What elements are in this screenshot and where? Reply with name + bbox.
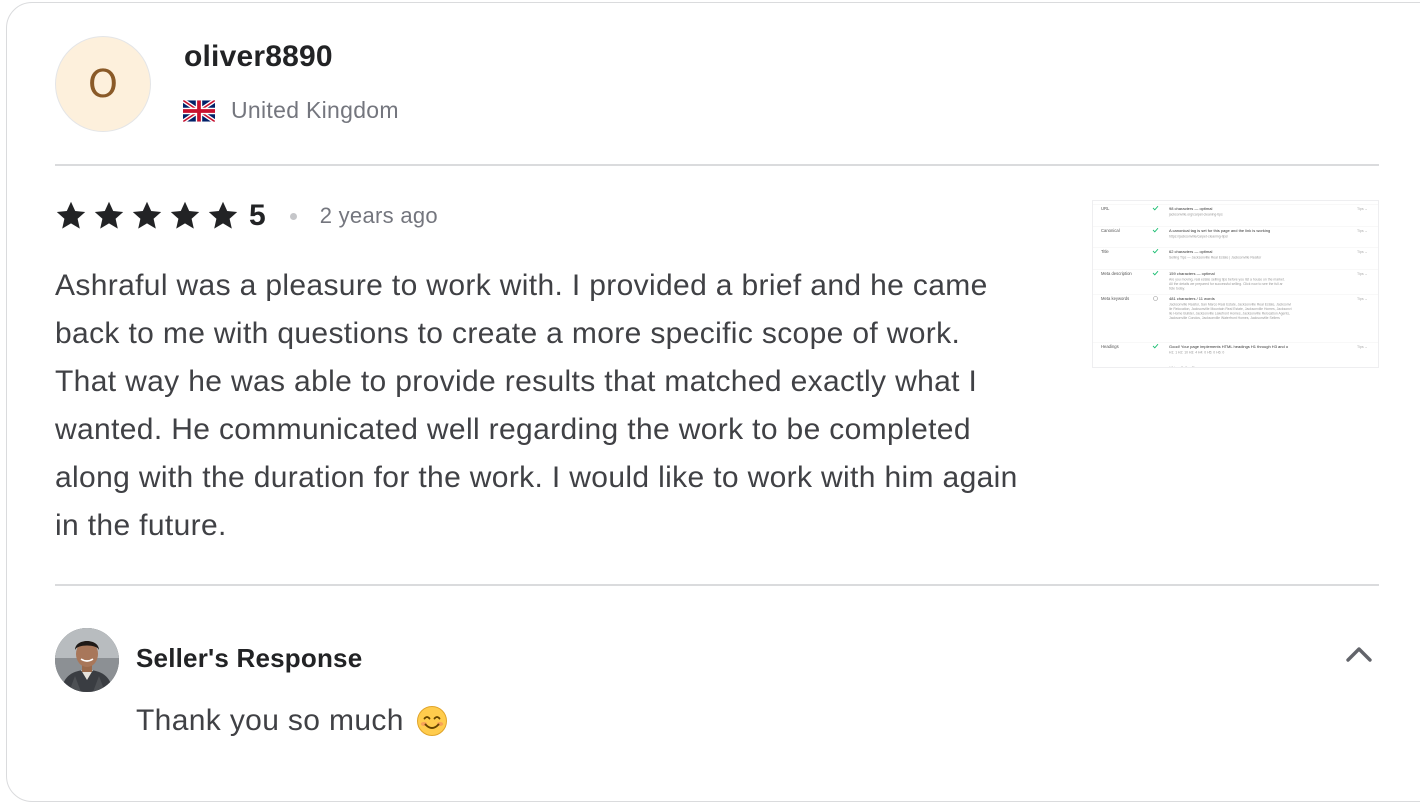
reviewer-country: United Kingdom [183, 97, 399, 124]
review-attachment-thumbnail[interactable]: URL 98 characters — optimal jacksonville.o… [1092, 200, 1379, 368]
reviewer-avatar[interactable]: O [55, 36, 151, 132]
check-icon [1152, 343, 1159, 349]
thumb-row-detail: https://jacksonville/carpet-cleaning-tip… [1169, 235, 1228, 239]
check-icon [1152, 270, 1159, 276]
thumb-row-headline: Good! Your page implements HTML headings… [1169, 344, 1289, 349]
separator-dot [289, 212, 297, 220]
thumb-row-label: Meta keywords [1101, 296, 1129, 301]
thumb-row-detail-cont: All the details we prepared for successf… [1169, 282, 1284, 286]
avatar-initial: O [88, 62, 118, 106]
uk-flag-icon [183, 99, 215, 122]
check-icon [1152, 227, 1159, 233]
thumb-row-tag: Tips ⌄ [1357, 207, 1368, 211]
star-icon [208, 201, 238, 229]
seller-response-text-row: Thank you so much [136, 704, 448, 738]
thumb-row-detail: jacksonville.org/carpet-cleaning-tips [1168, 213, 1223, 217]
thumb-row-headline: 159 characters — optimal [1169, 271, 1215, 276]
response-divider [55, 584, 1379, 586]
collapse-response-button[interactable] [1342, 638, 1376, 668]
thumb-row-headline: 62 characters — optimal [1169, 249, 1212, 254]
thumb-row-label: Headings [1101, 344, 1119, 349]
star-icon [170, 201, 200, 229]
header-divider [55, 164, 1379, 166]
thumb-row-label: URL [1101, 206, 1110, 211]
thumb-row-detail-cont: Jacksonville Condos, Jacksonville Waterf… [1169, 316, 1280, 320]
smiling-face-emoji [416, 706, 447, 736]
star-icon [56, 201, 86, 229]
thumb-row-label: Title [1101, 249, 1109, 254]
thumb-row-detail-cont: lle Relocation, Jacksonville Mountain Re… [1169, 307, 1292, 311]
thumb-row-detail: Jacksonville Realtor, San Marco Real Est… [1169, 303, 1291, 307]
seller-avatar[interactable] [55, 628, 119, 692]
review-time: 2 years ago [319, 203, 438, 228]
thumb-row-tag: Tips ⌄ [1357, 297, 1368, 301]
thumb-row-headline: 98 characters — optimal [1169, 206, 1212, 211]
thumb-row-tag: Tips ⌄ [1357, 229, 1368, 233]
thumb-footer: H1 tag: Selling Tips [1169, 366, 1199, 368]
rating-score: 5 [249, 199, 266, 232]
thumb-row-detail: H1: 1 H2: 10 H3: 4 H4: 0 H5: 0 H6: 0 [1169, 351, 1224, 355]
thumb-row-headline: A canonical tag is set for this page and… [1169, 228, 1270, 233]
seller-response-text: Thank you so much [136, 704, 404, 737]
country-name: United Kingdom [231, 97, 399, 123]
star-rating [55, 200, 239, 232]
attachment-image: URL 98 characters — optimal jacksonville.o… [1093, 204, 1378, 368]
star-icon [132, 201, 162, 229]
seller-response-title: Seller's Response [136, 643, 363, 673]
thumb-row-detail: Are you moving, real estate selling tips… [1169, 278, 1285, 282]
thumb-row-label: Canonical [1101, 228, 1120, 233]
thumb-row-headline: 481 characters / 11 words [1169, 296, 1215, 301]
thumb-row-detail-cont: lle Home Builder, Jacksonville Lakefront… [1169, 312, 1290, 316]
thumb-row-tag: Tips ⌄ [1357, 272, 1368, 276]
chevron-up-icon [1346, 647, 1372, 662]
thumb-row-label: Meta description [1101, 271, 1132, 276]
check-icon [1152, 248, 1159, 254]
thumb-row-tag: Tips ⌄ [1357, 345, 1368, 349]
thumb-row-detail: Selling Tips — Jacksonville Real Estate … [1169, 256, 1262, 260]
thumb-row-detail-cont: ticle today. [1169, 287, 1185, 291]
seller-avatar-image [55, 628, 119, 692]
rating-row: 5 2 years ago [55, 196, 438, 236]
star-icon [94, 201, 124, 229]
check-icon [1152, 205, 1159, 211]
review-text: Ashraful was a pleasure to work with. I … [55, 269, 1018, 542]
reviewer-username[interactable]: oliver8890 [184, 40, 333, 74]
thumb-row-tag: Tips ⌄ [1357, 250, 1368, 254]
info-icon [1153, 296, 1158, 301]
